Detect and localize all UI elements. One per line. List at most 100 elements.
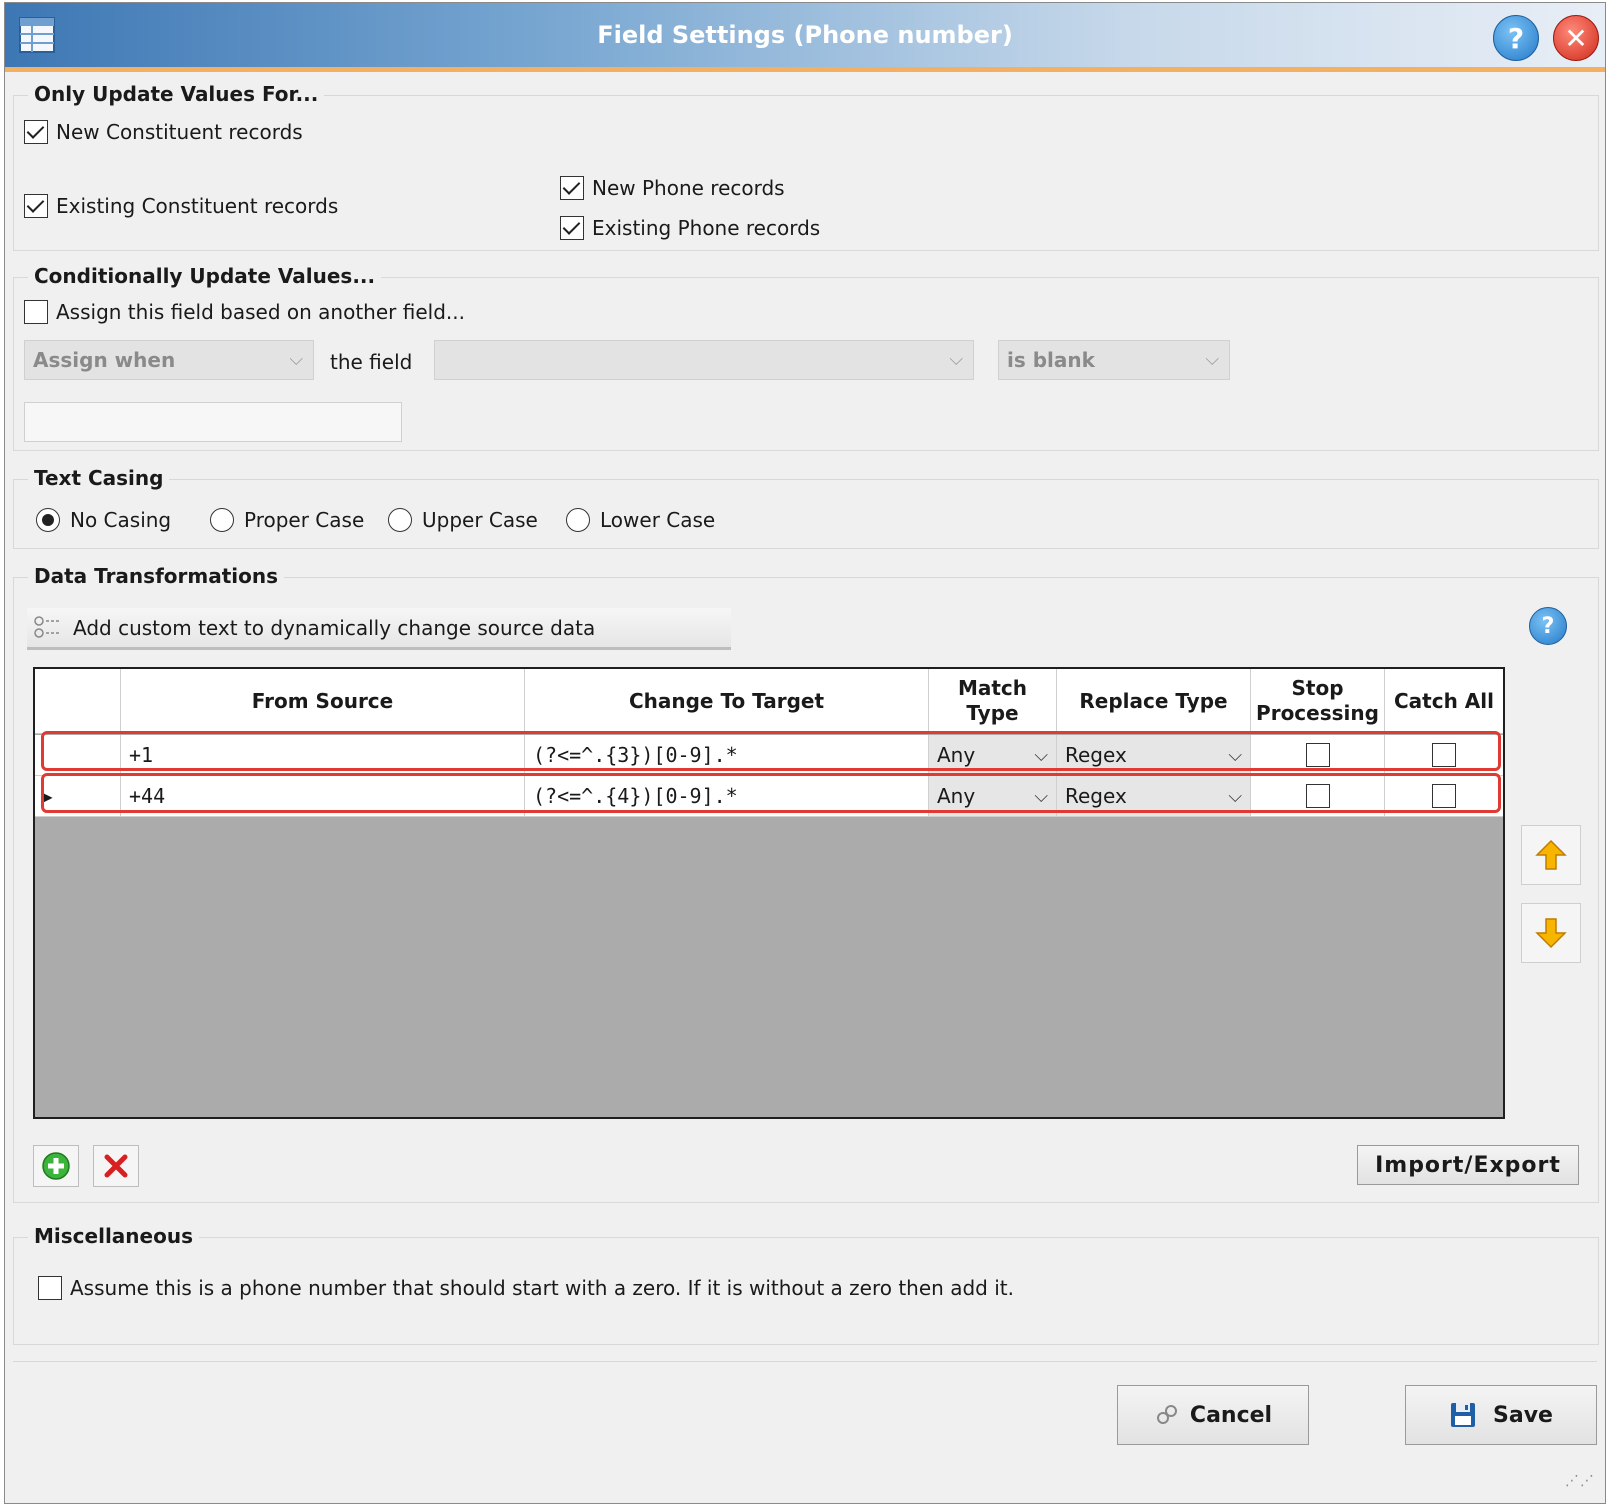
transform-help-button[interactable]: ? xyxy=(1529,607,1567,645)
broken-link-icon xyxy=(1156,1405,1177,1424)
window-title: Field Settings (Phone number) xyxy=(597,21,1013,49)
checkbox-box[interactable] xyxy=(560,176,584,200)
data-transformations-title: Data Transformations xyxy=(28,564,285,588)
radio-dot[interactable] xyxy=(388,508,412,532)
radio-upper-case[interactable]: Upper Case xyxy=(388,508,538,532)
match-type-value: Any xyxy=(937,743,976,767)
header-from-source[interactable]: From Source xyxy=(121,669,525,733)
save-button[interactable]: Save xyxy=(1405,1385,1597,1445)
add-custom-text-button[interactable]: Add custom text to dynamically change so… xyxy=(27,608,731,650)
radio-proper-case[interactable]: Proper Case xyxy=(210,508,364,532)
add-leading-zero-checkbox[interactable]: Assume this is a phone number that shoul… xyxy=(38,1276,1014,1300)
chevron-down-icon: ⌵ xyxy=(1228,744,1242,766)
existing-phone-label: Existing Phone records xyxy=(592,216,821,240)
add-custom-text-label: Add custom text to dynamically change so… xyxy=(73,615,596,640)
the-field-label: the field xyxy=(330,350,413,374)
checkbox-box[interactable] xyxy=(24,194,48,218)
radio-lower-case[interactable]: Lower Case xyxy=(566,508,715,532)
only-update-title: Only Update Values For... xyxy=(28,82,325,106)
stop-processing-cell xyxy=(1251,735,1385,775)
close-button[interactable]: ✕ xyxy=(1553,15,1599,61)
match-type-select[interactable]: Any ⌵ xyxy=(929,776,1057,816)
chevron-down-icon: ⌵ xyxy=(1034,744,1048,766)
assign-when-value: Assign when xyxy=(33,348,176,372)
stop-processing-checkbox[interactable] xyxy=(1305,784,1330,808)
help-button[interactable]: ? xyxy=(1493,15,1539,61)
header-row-selector xyxy=(35,669,121,733)
new-constituent-label: New Constituent records xyxy=(56,120,303,144)
checkbox-box[interactable] xyxy=(24,300,48,324)
add-row-button[interactable] xyxy=(33,1145,79,1187)
move-down-button[interactable] xyxy=(1521,903,1581,963)
match-type-value: Any xyxy=(937,784,976,808)
assign-checkbox[interactable]: Assign this field based on another field… xyxy=(24,300,465,324)
header-stop-processing[interactable]: Stop Processing xyxy=(1251,669,1385,733)
text-casing-title: Text Casing xyxy=(28,466,170,490)
list-options-icon xyxy=(34,615,61,638)
field-select[interactable]: ⌵ xyxy=(434,340,974,380)
row-selector[interactable]: ▶ xyxy=(35,776,121,816)
chevron-down-icon: ⌵ xyxy=(949,349,963,370)
radio-dot[interactable] xyxy=(36,508,60,532)
cancel-label: Cancel xyxy=(1189,1402,1273,1428)
catch-all-cell xyxy=(1385,735,1503,775)
catch-all-checkbox[interactable] xyxy=(1432,784,1456,808)
title-bar: Field Settings (Phone number) ? ✕ xyxy=(5,3,1605,72)
radio-label: Proper Case xyxy=(244,508,365,532)
delete-row-button[interactable] xyxy=(93,1145,139,1187)
replace-type-value: Regex xyxy=(1065,784,1127,808)
add-leading-zero-label: Assume this is a phone number that shoul… xyxy=(70,1276,1014,1300)
change-to-target-cell[interactable]: (?<=^.{3})[0-9].* xyxy=(525,735,929,775)
add-circle-icon xyxy=(42,1152,70,1180)
existing-constituent-label: Existing Constituent records xyxy=(56,194,339,218)
radio-dot[interactable] xyxy=(210,508,234,532)
radio-dot[interactable] xyxy=(566,508,590,532)
change-to-target-cell[interactable]: (?<=^.{4})[0-9].* xyxy=(525,776,929,816)
move-up-button[interactable] xyxy=(1521,825,1581,885)
stop-processing-cell xyxy=(1251,776,1385,816)
header-change-to-target[interactable]: Change To Target xyxy=(525,669,929,733)
new-constituent-checkbox[interactable]: New Constituent records xyxy=(24,120,303,144)
condition-select[interactable]: is blank ⌵ xyxy=(998,340,1230,380)
header-match-type[interactable]: Match Type xyxy=(929,669,1057,733)
existing-constituent-checkbox[interactable]: Existing Constituent records xyxy=(24,194,338,218)
miscellaneous-group: Miscellaneous Assume this is a phone num… xyxy=(13,1224,1599,1345)
existing-phone-checkbox[interactable]: Existing Phone records xyxy=(560,216,820,240)
checkbox-box[interactable] xyxy=(38,1276,62,1300)
from-source-cell[interactable]: +1 xyxy=(121,735,525,775)
new-phone-checkbox[interactable]: New Phone records xyxy=(560,176,785,200)
catch-all-checkbox[interactable] xyxy=(1432,743,1456,767)
cancel-button[interactable]: Cancel xyxy=(1117,1385,1309,1445)
resize-grip-icon[interactable]: ⋰⋰ xyxy=(1565,1473,1595,1489)
save-label: Save xyxy=(1493,1402,1553,1428)
delete-x-icon xyxy=(104,1154,128,1178)
miscellaneous-title: Miscellaneous xyxy=(28,1224,199,1248)
grid-header: From Source Change To Target Match Type … xyxy=(35,669,1503,734)
header-catch-all[interactable]: Catch All xyxy=(1385,669,1503,733)
import-export-button[interactable]: Import/Export xyxy=(1357,1145,1579,1185)
conditional-group: Conditionally Update Values... Assign th… xyxy=(13,264,1599,451)
condition-value-input[interactable] xyxy=(24,402,402,442)
checkbox-box[interactable] xyxy=(560,216,584,240)
footer-divider xyxy=(13,1361,1597,1362)
from-source-cell[interactable]: +44 xyxy=(121,776,525,816)
assign-label: Assign this field based on another field… xyxy=(56,300,465,324)
radio-no-casing[interactable]: No Casing xyxy=(36,508,171,532)
transformations-grid: From Source Change To Target Match Type … xyxy=(33,667,1505,1119)
condition-value: is blank xyxy=(1007,348,1095,372)
row-selector[interactable] xyxy=(35,735,121,775)
replace-type-select[interactable]: Regex ⌵ xyxy=(1057,735,1251,775)
checkbox-box[interactable] xyxy=(24,120,48,144)
table-row[interactable]: +1 (?<=^.{3})[0-9].* Any ⌵ Regex ⌵ xyxy=(35,735,1503,776)
assign-when-select[interactable]: Assign when ⌵ xyxy=(24,340,314,380)
chevron-down-icon: ⌵ xyxy=(289,349,303,370)
replace-type-select[interactable]: Regex ⌵ xyxy=(1057,776,1251,816)
table-row[interactable]: ▶ +44 (?<=^.{4})[0-9].* Any ⌵ Regex ⌵ xyxy=(35,776,1503,817)
conditional-title: Conditionally Update Values... xyxy=(28,264,382,288)
header-replace-type[interactable]: Replace Type xyxy=(1057,669,1251,733)
stop-processing-checkbox[interactable] xyxy=(1305,743,1330,767)
replace-type-value: Regex xyxy=(1065,743,1127,767)
match-type-select[interactable]: Any ⌵ xyxy=(929,735,1057,775)
only-update-group: Only Update Values For... New Constituen… xyxy=(13,82,1599,251)
arrow-down-icon xyxy=(1535,918,1567,949)
